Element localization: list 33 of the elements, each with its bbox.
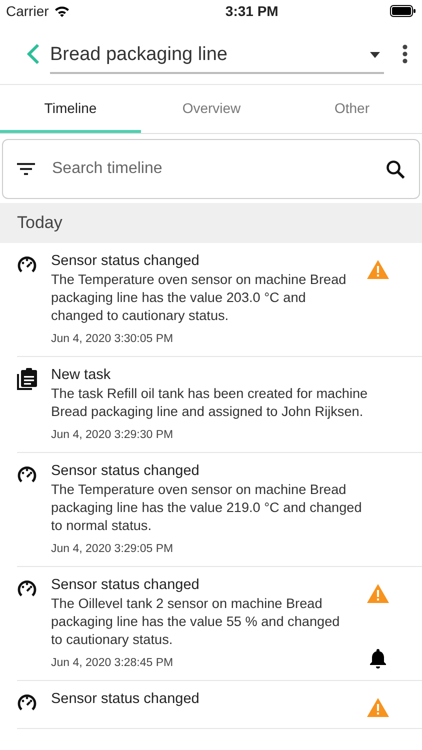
more-icon[interactable]	[402, 44, 408, 64]
filter-icon[interactable]	[17, 163, 35, 175]
event-timestamp: Jun 4, 2020 3:30:05 PM	[51, 333, 174, 345]
battery-icon	[390, 5, 416, 17]
tab[interactable]: Timeline	[0, 85, 141, 133]
gauge-icon	[17, 254, 37, 274]
gauge-icon	[17, 578, 37, 598]
dropdown-caret-icon	[370, 52, 380, 58]
event-description: The Temperature oven sensor on machine Bread packaging line has the value 203.0 °C and changed to cautionary status.	[51, 271, 348, 325]
event-description: The Temperature oven sensor on machine Bread packaging line has the value 219.0 °C and changed to normal status.	[51, 481, 363, 535]
clipboard-icon	[17, 368, 37, 390]
event-description: The task Refill oil tank has been created for machine Bread packaging line and assigned to John Rijksen.	[51, 385, 369, 421]
machine-dropdown[interactable]: Bread packaging line	[50, 40, 384, 74]
search-icon[interactable]	[386, 160, 405, 178]
event-title: Sensor status changed	[51, 253, 200, 269]
event-description: The Oillevel tank 2 sensor on machine Bread packaging line has the value 55 % and changed to cautionary status.	[51, 595, 341, 649]
event-timestamp: Jun 4, 2020 3:29:30 PM	[51, 429, 174, 441]
search-bar[interactable]: Search timeline	[2, 139, 420, 199]
section-title: Today	[17, 213, 62, 233]
tab[interactable]: Other	[282, 85, 422, 133]
tab[interactable]: Overview	[141, 85, 282, 133]
event-title: Sensor status changed	[51, 577, 200, 593]
event-timestamp: Jun 4, 2020 3:29:05 PM	[51, 543, 174, 555]
clock-time: 3:31 PM	[225, 3, 278, 19]
search-field[interactable]: Search timeline	[50, 159, 371, 179]
event-title: Sensor status changed	[51, 691, 200, 707]
event-timestamp: Jun 4, 2020 3:28:45 PM	[51, 657, 174, 669]
event-title: New task	[51, 367, 112, 383]
carrier-label: Carrier	[6, 3, 49, 19]
wifi-icon	[54, 5, 70, 17]
gauge-icon	[17, 464, 37, 484]
gauge-icon	[17, 692, 37, 712]
event-title: Sensor status changed	[51, 463, 200, 479]
